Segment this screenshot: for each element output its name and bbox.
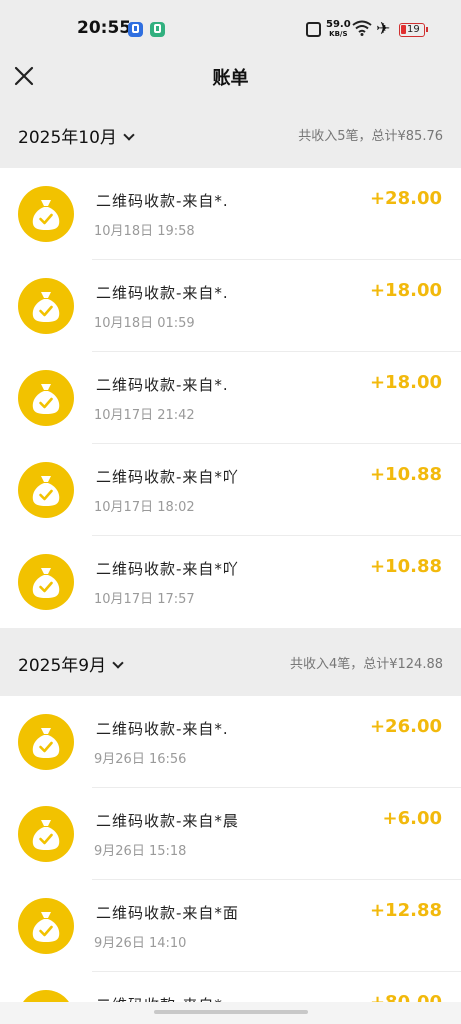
money-bag-icon <box>18 714 74 770</box>
transaction-title: 二维码收款-来自*. <box>96 192 229 210</box>
transaction-title: 二维码收款-来自*. <box>96 376 229 394</box>
transaction-row[interactable]: 二维码收款-来自*. 10月18日 01:59 +18.00 <box>0 260 461 352</box>
transaction-time: 9月26日 15:18 <box>94 844 187 859</box>
page-title: 账单 <box>212 68 249 89</box>
month-summary: 共收入4笔，总计¥124.88 <box>289 657 443 672</box>
app-notification-icon <box>128 22 143 37</box>
transaction-time: 10月18日 19:58 <box>94 224 195 239</box>
transaction-amount: +10.88 <box>369 556 442 577</box>
transaction-row[interactable]: 二维码收款-来自*晨 9月26日 15:18 +6.00 <box>0 788 461 880</box>
transaction-title: 二维码收款-来自*吖 <box>96 560 239 578</box>
transaction-time: 9月26日 16:56 <box>94 752 187 767</box>
nfc-icon <box>306 22 321 37</box>
transaction-amount: +28.00 <box>369 188 442 209</box>
month-label: 2025年10月 <box>18 128 117 148</box>
transaction-row[interactable]: 二维码收款-来自*吖 10月17日 18:02 +10.88 <box>0 444 461 536</box>
status-bar: 20:55 59.0 KB/S ✈ 19 <box>0 0 461 52</box>
network-speed-value: 59.0 <box>326 19 351 30</box>
money-bag-icon <box>18 186 74 242</box>
transaction-amount: +10.88 <box>369 464 442 485</box>
transaction-time: 9月26日 14:10 <box>94 936 187 951</box>
transaction-amount: +18.00 <box>369 280 442 301</box>
month-header: 2025年9月 共收入4笔，总计¥124.88 <box>0 628 461 696</box>
chevron-down-icon <box>112 657 124 669</box>
transaction-time: 10月17日 21:42 <box>94 408 195 423</box>
transaction-row[interactable]: 二维码收款-来自*. 9月26日 16:56 +26.00 <box>0 696 461 788</box>
home-indicator[interactable] <box>154 1010 308 1014</box>
transaction-title: 二维码收款-来自*. <box>96 284 229 302</box>
transaction-time: 10月17日 18:02 <box>94 500 195 515</box>
transaction-title: 二维码收款-来自*面 <box>96 904 239 922</box>
transaction-time: 10月18日 01:59 <box>94 316 195 331</box>
transaction-amount: +12.88 <box>369 900 442 921</box>
transaction-amount: +18.00 <box>369 372 442 393</box>
money-bag-icon <box>18 370 74 426</box>
transaction-title: 二维码收款-来自*. <box>96 720 229 738</box>
battery-level: 19 <box>407 24 420 35</box>
money-bag-icon <box>18 462 74 518</box>
transaction-row[interactable]: 二维码收款-来自*面 9月26日 14:10 +12.88 <box>0 880 461 972</box>
nav-bar: 账单 <box>0 52 461 100</box>
transaction-amount: +26.00 <box>369 716 442 737</box>
network-speed-unit: KB/S <box>329 30 348 38</box>
month-label: 2025年9月 <box>18 656 107 676</box>
app-notification-icon <box>150 22 165 37</box>
money-bag-icon <box>18 806 74 862</box>
month-selector[interactable]: 2025年9月 <box>18 651 124 676</box>
transaction-title: 二维码收款-来自*吖 <box>96 468 239 486</box>
transaction-row[interactable]: 二维码收款-来自*. 10月18日 19:58 +28.00 <box>0 168 461 260</box>
money-bag-icon <box>18 278 74 334</box>
status-time: 20:55 <box>77 18 132 38</box>
month-selector[interactable]: 2025年10月 <box>18 123 135 148</box>
transaction-row[interactable]: 二维码收款-来自*吖 10月17日 17:57 +10.88 <box>0 536 461 628</box>
chevron-down-icon <box>123 129 135 141</box>
battery-icon: 19 <box>399 23 428 37</box>
transaction-title: 二维码收款-来自*晨 <box>96 812 239 830</box>
month-header: 2025年10月 共收入5笔，总计¥85.76 <box>0 100 461 168</box>
airplane-mode-icon: ✈ <box>376 19 391 39</box>
network-speed: 59.0 KB/S <box>326 20 351 39</box>
transaction-row[interactable]: 二维码收款-来自*. 10月17日 21:42 +18.00 <box>0 352 461 444</box>
money-bag-icon <box>18 898 74 954</box>
money-bag-icon <box>18 554 74 610</box>
transaction-time: 10月17日 17:57 <box>94 592 195 607</box>
month-summary: 共收入5笔，总计¥85.76 <box>298 129 443 144</box>
transaction-amount: +6.00 <box>382 808 443 829</box>
wifi-icon <box>352 20 372 40</box>
